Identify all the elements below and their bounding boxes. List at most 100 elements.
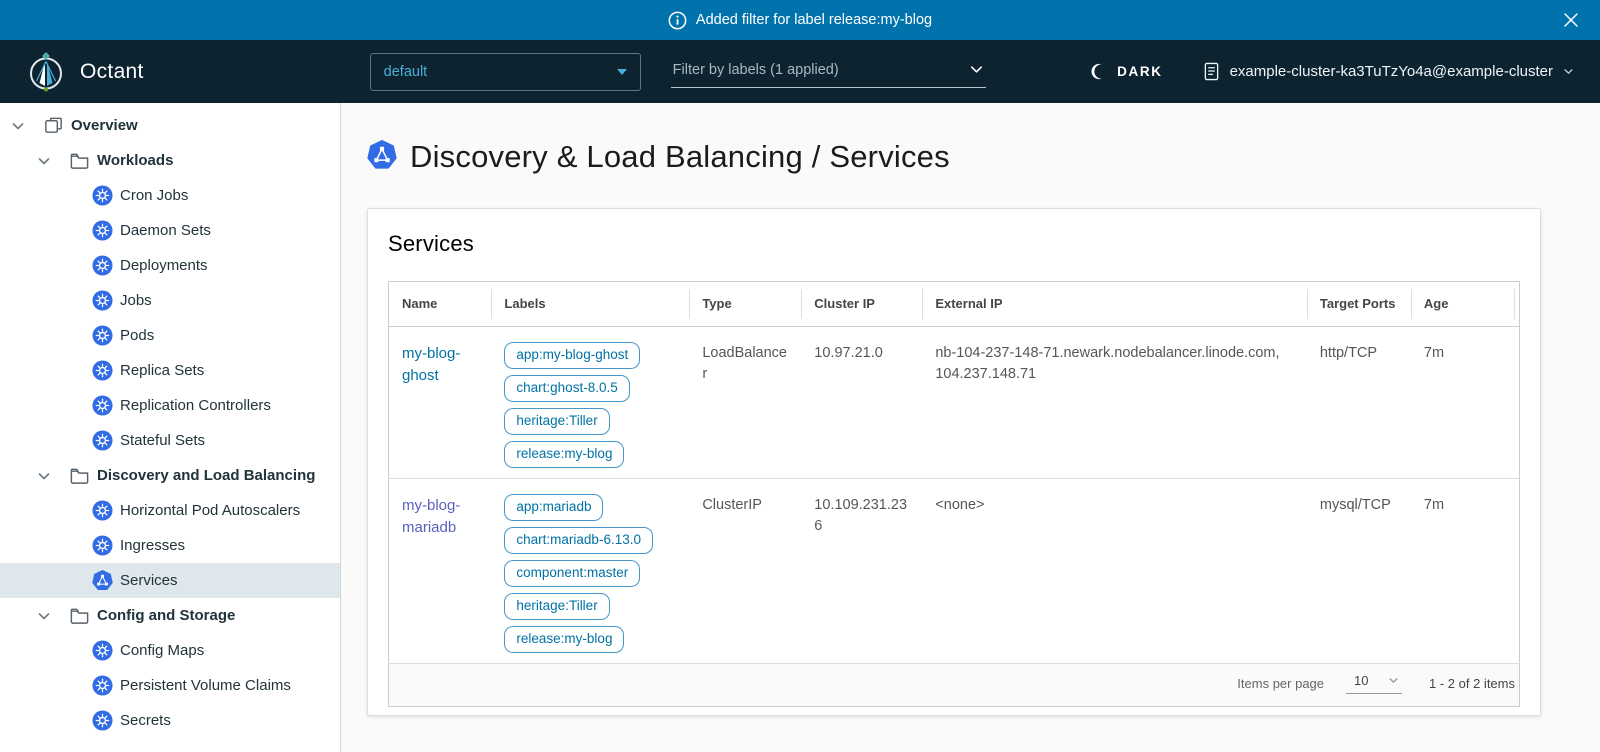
table-row: my-blog-ghost app:my-blog-ghost chart:ghos… [389, 327, 1520, 479]
k8s-hpa-icon [92, 500, 113, 521]
label-chip[interactable]: component:master [504, 560, 640, 587]
folder-icon [69, 465, 90, 486]
caret-down-icon[interactable] [36, 608, 52, 624]
column-header-age: Age [1411, 282, 1514, 327]
sidebar-item-label: Secrets [120, 712, 171, 729]
sidebar-item-pods[interactable]: Pods [0, 318, 340, 353]
sidebar-item-jobs[interactable]: Jobs [0, 283, 340, 318]
app-title: Octant [80, 60, 144, 84]
sidebar-item-label: Deployments [120, 257, 208, 274]
sidebar-item-config-and-storage[interactable]: Config and Storage [0, 598, 340, 633]
cluster-context-selector[interactable]: example-cluster-ka3TuTzYo4a@example-clus… [1203, 62, 1574, 81]
notification-message: Added filter for label release:my-blog [696, 12, 932, 28]
age: 7m [1411, 479, 1514, 664]
theme-toggle-label: DARK [1117, 64, 1162, 79]
cluster-ip: 10.97.21.0 [801, 327, 922, 479]
sidebar-item-label: Overview [71, 117, 138, 134]
info-circle-icon [668, 11, 687, 30]
theme-toggle-button[interactable]: DARK [1091, 63, 1162, 80]
chevron-down-icon [1388, 675, 1399, 686]
caret-down-icon [617, 69, 627, 75]
sidebar-item-label: Workloads [97, 152, 173, 169]
column-header-external-ip: External IP [922, 282, 1307, 327]
row-spacer [1514, 327, 1520, 479]
label-filter-select[interactable]: Filter by labels (1 applied) [671, 56, 986, 88]
k8s-service-icon [92, 570, 113, 591]
target-ports: mysql/TCP [1307, 479, 1411, 664]
folder-icon [69, 150, 90, 171]
sidebar-item-label: Services [120, 572, 178, 589]
external-ip: nb-104-237-148-71.newark.nodebalancer.li… [922, 327, 1307, 479]
k8s-configmap-icon [92, 640, 113, 661]
namespace-select[interactable]: default [370, 53, 641, 91]
k8s-deployment-icon [92, 255, 113, 276]
column-header-labels: Labels [491, 282, 689, 327]
k8s-pvc-icon [92, 675, 113, 696]
chevron-down-icon [969, 62, 984, 77]
close-icon[interactable] [1562, 11, 1580, 29]
sidebar-item-ingresses[interactable]: Ingresses [0, 528, 340, 563]
sidebar-item-label: Jobs [120, 292, 152, 309]
sidebar-item-cron-jobs[interactable]: Cron Jobs [0, 178, 340, 213]
app-header: Octant default Filter by labels (1 appli… [0, 40, 1600, 103]
k8s-ingress-icon [92, 535, 113, 556]
sidebar-item-replica-sets[interactable]: Replica Sets [0, 353, 340, 388]
sidebar-item-label: Stateful Sets [120, 432, 205, 449]
sidebar-item-deployments[interactable]: Deployments [0, 248, 340, 283]
sidebar-item-discovery-and-load-balancing[interactable]: Discovery and Load Balancing [0, 458, 340, 493]
sidebar-item-workloads[interactable]: Workloads [0, 143, 340, 178]
table-footer: Items per page 10 1 - 2 of 2 items [402, 673, 1515, 694]
service-name-link[interactable]: my-blog-ghost [402, 345, 460, 384]
column-header-cluster-ip: Cluster IP [801, 282, 922, 327]
column-header-type: Type [689, 282, 801, 327]
external-ip: <none> [922, 479, 1307, 664]
page-title: Discovery & Load Balancing / Services [410, 139, 950, 175]
sidebar-item-label: Config Maps [120, 642, 204, 659]
sidebar-item-services[interactable]: Services [0, 563, 340, 598]
items-per-page-label: Items per page [1237, 676, 1324, 691]
sidebar-item-replication-controllers[interactable]: Replication Controllers [0, 388, 340, 423]
service-type: LoadBalancer [689, 327, 801, 479]
service-type: ClusterIP [689, 479, 801, 664]
service-name-link[interactable]: my-blog-mariadb [402, 497, 460, 536]
octant-logo-icon [26, 52, 66, 92]
services-card: Services NameLabelsTypeCluster IPExterna… [367, 208, 1541, 716]
caret-down-icon[interactable] [10, 118, 26, 134]
label-chip[interactable]: heritage:Tiller [504, 593, 609, 620]
applications-icon [43, 115, 64, 136]
label-chip[interactable]: release:my-blog [504, 441, 624, 468]
sidebar-item-secrets[interactable]: Secrets [0, 703, 340, 738]
label-chip[interactable]: release:my-blog [504, 626, 624, 653]
label-chip[interactable]: heritage:Tiller [504, 408, 609, 435]
label-chip[interactable]: app:my-blog-ghost [504, 342, 640, 369]
kubeconfig-icon [1203, 62, 1220, 81]
column-header-name: Name [389, 282, 492, 327]
sidebar-item-label: Persistent Volume Claims [120, 677, 291, 694]
sidebar-item-config-maps[interactable]: Config Maps [0, 633, 340, 668]
sidebar-item-daemon-sets[interactable]: Daemon Sets [0, 213, 340, 248]
sidebar-item-label: Replica Sets [120, 362, 204, 379]
k8s-daemonset-icon [92, 220, 113, 241]
sidebar-item-overview[interactable]: Overview [0, 108, 340, 143]
sidebar-item-persistent-volume-claims[interactable]: Persistent Volume Claims [0, 668, 340, 703]
target-ports: http/TCP [1307, 327, 1411, 479]
caret-down-icon[interactable] [36, 468, 52, 484]
sidebar-item-label: Ingresses [120, 537, 185, 554]
table-row: my-blog-mariadb app:mariadb chart:mariadb-… [389, 479, 1520, 664]
sidebar-item-label: Horizontal Pod Autoscalers [120, 502, 300, 519]
sidebar-item-horizontal-pod-autoscalers[interactable]: Horizontal Pod Autoscalers [0, 493, 340, 528]
sidebar-item-label: Pods [120, 327, 154, 344]
sidebar-item-label: Cron Jobs [120, 187, 188, 204]
notification-bar: Added filter for label release:my-blog [0, 0, 1600, 40]
label-filter-text: Filter by labels (1 applied) [673, 62, 839, 78]
label-chip[interactable]: chart:mariadb-6.13.0 [504, 527, 653, 554]
sidebar-item-stateful-sets[interactable]: Stateful Sets [0, 423, 340, 458]
k8s-statefulset-icon [92, 430, 113, 451]
k8s-pod-icon [92, 325, 113, 346]
items-per-page-select[interactable]: 10 [1346, 673, 1402, 694]
label-chip[interactable]: app:mariadb [504, 494, 603, 521]
caret-down-icon[interactable] [36, 153, 52, 169]
k8s-job-icon [92, 290, 113, 311]
label-chip[interactable]: chart:ghost-8.0.5 [504, 375, 629, 402]
services-table: NameLabelsTypeCluster IPExternal IPTarge… [388, 281, 1520, 707]
